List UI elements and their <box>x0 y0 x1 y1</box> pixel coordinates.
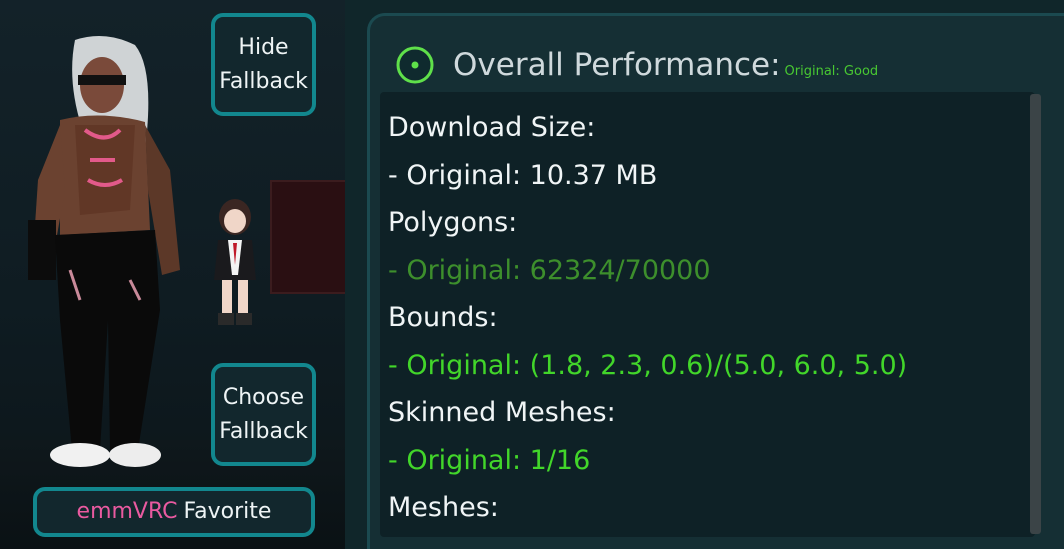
emmvrc-favorite-button[interactable]: emmVRC Favorite <box>33 487 315 537</box>
choose-fallback-label-line2: Fallback <box>219 418 308 444</box>
overall-performance-rating: Original: Good <box>784 63 879 79</box>
performance-header: Overall Performance: Original: Good <box>395 40 1035 90</box>
choose-fallback-label-line1: Choose <box>222 384 305 410</box>
avatar-preview: Hide Fallback Choose Fallback emmVRC Fav… <box>0 0 345 549</box>
stat-label-download-size: Download Size: <box>388 112 596 143</box>
stat-value-download-size: - Original: 10.37 MB <box>388 159 658 191</box>
background-doorway <box>270 180 345 294</box>
stat-label-bounds: Bounds: <box>388 302 498 333</box>
hide-fallback-label-line1: Hide <box>238 34 289 60</box>
choose-fallback-button[interactable]: Choose Fallback <box>211 363 316 466</box>
favorite-brand-label: emmVRC <box>76 499 178 524</box>
avatar-fallback-model <box>214 199 256 325</box>
stat-value-bounds: - Original: (1.8, 2.3, 0.6)/(5.0, 6.0, 5… <box>388 349 908 381</box>
performance-stats-list: Download Size: - Original: 10.37 MB Poly… <box>388 104 1018 532</box>
status-good-icon <box>395 45 435 85</box>
hide-fallback-button[interactable]: Hide Fallback <box>211 13 316 116</box>
stats-scrollbar[interactable] <box>1030 94 1041 534</box>
favorite-label: Favorite <box>183 499 272 524</box>
overall-performance-title: Overall Performance: <box>453 47 781 83</box>
stat-value-skinned-meshes: - Original: 1/16 <box>388 444 591 476</box>
avatar-model <box>28 36 180 467</box>
stat-value-polygons: - Original: 62324/70000 <box>388 254 711 286</box>
stat-label-skinned-meshes: Skinned Meshes: <box>388 397 616 428</box>
stat-label-meshes: Meshes: <box>388 492 499 523</box>
stat-label-polygons: Polygons: <box>388 207 518 238</box>
hide-fallback-label-line2: Fallback <box>219 68 308 94</box>
